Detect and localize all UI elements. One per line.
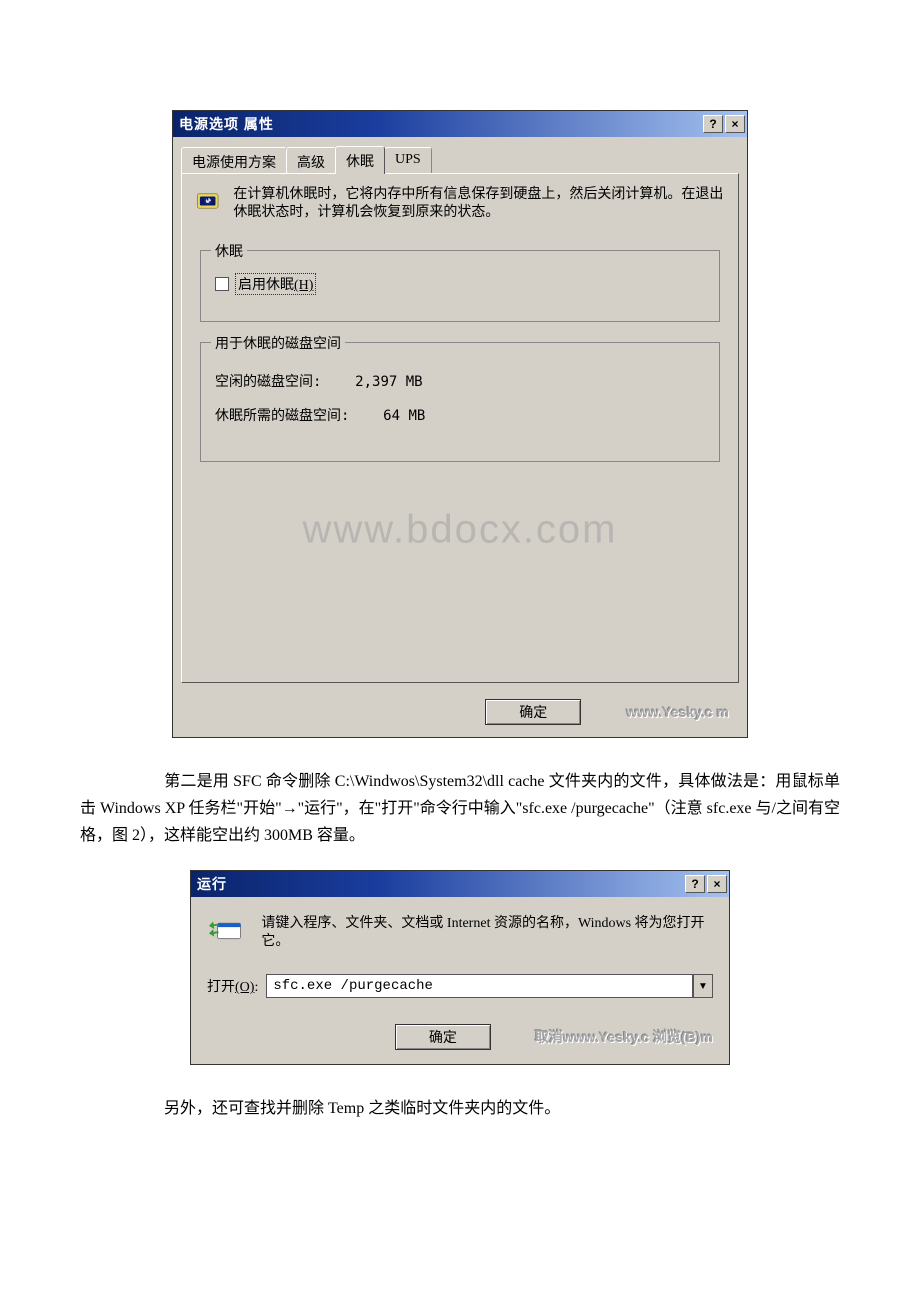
paragraph-2: 另外，还可查找并删除 Temp 之类临时文件夹内的文件。 <box>80 1095 840 1122</box>
run-close-button[interactable]: × <box>707 875 727 893</box>
cancel-button-watermarked[interactable]: www.Yesky.c m <box>626 704 729 720</box>
disk-need-label: 休眠所需的磁盘空间: <box>215 408 349 424</box>
run-titlebar-buttons: ? × <box>685 875 727 893</box>
disk-need-row: 休眠所需的磁盘空间: 64 MB <box>215 405 705 425</box>
enable-hibernate-text: 启用休眠 <box>238 278 294 293</box>
run-titlebar[interactable]: 运行 ? × <box>191 871 729 897</box>
paragraph-1: 第二是用 SFC 命令删除 C:\Windwos\System32\dll ca… <box>80 768 840 850</box>
dropdown-arrow-icon[interactable]: ▼ <box>693 974 713 998</box>
group-disk-title: 用于休眠的磁盘空间 <box>211 333 345 353</box>
run-cancel-browse-watermarked[interactable]: 取消www.Yesky.c 浏览(B)m <box>535 1027 713 1047</box>
tab-ups[interactable]: UPS <box>384 147 432 175</box>
disk-free-row: 空闲的磁盘空间: 2,397 MB <box>215 371 705 391</box>
paragraph-1-text: 第二是用 SFC 命令删除 C:\Windwos\System32\dll ca… <box>80 773 840 844</box>
dialog-button-row: 确定 www.Yesky.c m <box>173 691 747 737</box>
open-row: 打开(O): sfc.exe /purgecache ▼ <box>207 974 713 998</box>
open-label-text: 打开 <box>207 980 235 995</box>
tab-power-scheme[interactable]: 电源使用方案 <box>181 147 287 175</box>
run-title: 运行 <box>197 874 227 894</box>
enable-hibernate-label[interactable]: 启用休眠(H) <box>235 273 316 295</box>
enable-hibernate-checkbox[interactable] <box>215 277 229 291</box>
open-label: 打开(O): <box>207 976 258 996</box>
group-disk-space: 用于休眠的磁盘空间 空闲的磁盘空间: 2,397 MB 休眠所需的磁盘空间: 6… <box>200 342 720 462</box>
tab-panel: 在计算机休眠时，它将内存中所有信息保存到硬盘上，然后关闭计算机。在退出休眠状态时… <box>181 173 739 683</box>
disk-need-value: 64 MB <box>383 408 425 424</box>
titlebar-buttons: ? × <box>703 115 745 133</box>
run-ok-button[interactable]: 确定 <box>395 1024 491 1050</box>
watermark-btn-text: www.Yesky.c m <box>626 704 729 720</box>
run-description: 请键入程序、文件夹、文档或 Internet 资源的名称，Windows 将为您… <box>261 915 713 953</box>
run-help-button[interactable]: ? <box>685 875 705 893</box>
run-body: 请键入程序、文件夹、文档或 Internet 资源的名称，Windows 将为您… <box>191 897 729 1065</box>
disk-free-value: 2,397 MB <box>355 374 422 390</box>
power-options-dialog: 电源选项 属性 ? × 电源使用方案 高级 休眠 UPS 在计算机休眠时 <box>172 110 748 738</box>
tab-strip: 电源使用方案 高级 休眠 UPS <box>173 137 747 173</box>
run-icon <box>207 915 243 945</box>
page-watermark: www.bdocx.com <box>303 507 618 552</box>
close-button[interactable]: × <box>725 115 745 133</box>
tab-hibernate[interactable]: 休眠 <box>335 146 385 174</box>
paragraph-2-text: 另外，还可查找并删除 Temp 之类临时文件夹内的文件。 <box>164 1100 560 1117</box>
open-input[interactable]: sfc.exe /purgecache <box>266 974 693 998</box>
disk-free-label: 空闲的磁盘空间: <box>215 374 321 390</box>
titlebar[interactable]: 电源选项 属性 ? × <box>173 111 747 137</box>
run-dialog: 运行 ? × 请键入程序、文件夹、文档或 Internet 资源的名称，Wind… <box>190 870 730 1066</box>
run-watermark-btn-text: 取消www.Yesky.c 浏览(B)m <box>535 1029 713 1045</box>
open-combobox[interactable]: sfc.exe /purgecache ▼ <box>266 974 713 998</box>
enable-hibernate-row: 启用休眠(H) <box>215 273 705 295</box>
open-hotkey: (O) <box>235 980 254 995</box>
help-button[interactable]: ? <box>703 115 723 133</box>
group-hibernate-title: 休眠 <box>211 241 247 261</box>
enable-hibernate-hotkey: (H) <box>294 278 313 293</box>
tab-advanced[interactable]: 高级 <box>286 147 336 175</box>
open-colon: : <box>254 980 258 995</box>
ok-button[interactable]: 确定 <box>485 699 581 725</box>
group-hibernate: 休眠 启用休眠(H) <box>200 250 720 322</box>
hibernate-icon <box>196 186 219 216</box>
hibernate-description: 在计算机休眠时，它将内存中所有信息保存到硬盘上，然后关闭计算机。在退出休眠状态时… <box>233 186 724 222</box>
dialog-title: 电源选项 属性 <box>179 114 274 134</box>
run-button-row: 确定 取消www.Yesky.c 浏览(B)m <box>207 1024 713 1050</box>
